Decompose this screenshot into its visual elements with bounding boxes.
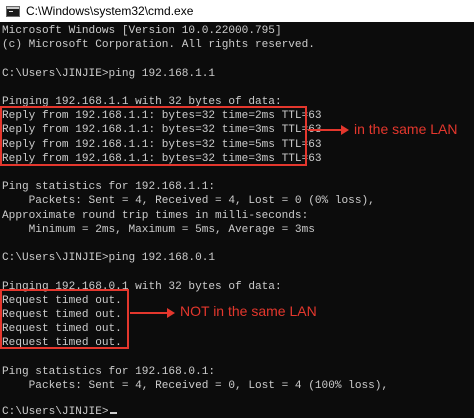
console-line: C:\Users\JINJIE>ping 192.168.0.1 <box>2 252 216 265</box>
prompt-line[interactable]: C:\Users\JINJIE> <box>2 405 117 418</box>
prompt-text: C:\Users\JINJIE> <box>2 406 109 418</box>
not-same-lan-annotation: NOT in the same LAN <box>180 303 317 319</box>
text-cursor <box>109 412 117 414</box>
timeout-highlight-box <box>0 289 129 349</box>
cmd-window: C:\Windows\system32\cmd.exe Microsoft Wi… <box>0 0 474 418</box>
console-line: Packets: Sent = 4, Received = 4, Lost = … <box>2 195 375 208</box>
same-lan-annotation: in the same LAN <box>354 121 458 137</box>
console-line: Microsoft Windows [Version 10.0.22000.79… <box>2 25 282 37</box>
console-line: Minimum = 2ms, Maximum = 5ms, Average = … <box>2 223 315 236</box>
console-output[interactable]: Microsoft Windows [Version 10.0.22000.79… <box>0 24 474 418</box>
console-line: C:\Users\JINJIE>ping 192.168.1.1 <box>2 67 216 80</box>
console-line: Ping statistics for 192.168.1.1: <box>2 181 216 194</box>
console-line: Ping statistics for 192.168.0.1: <box>2 365 216 378</box>
arrow-icon <box>308 125 349 135</box>
title-bar[interactable]: C:\Windows\system32\cmd.exe <box>0 0 474 22</box>
reply-highlight-box <box>0 106 307 166</box>
console-line: (c) Microsoft Corporation. All rights re… <box>2 39 315 52</box>
console-line: Packets: Sent = 4, Received = 0, Lost = … <box>2 380 389 392</box>
window-title: C:\Windows\system32\cmd.exe <box>26 4 194 18</box>
cmd-app-icon[interactable] <box>6 5 20 17</box>
console-line: Approximate round trip times in milli-se… <box>2 209 309 222</box>
arrow-icon <box>130 308 175 318</box>
